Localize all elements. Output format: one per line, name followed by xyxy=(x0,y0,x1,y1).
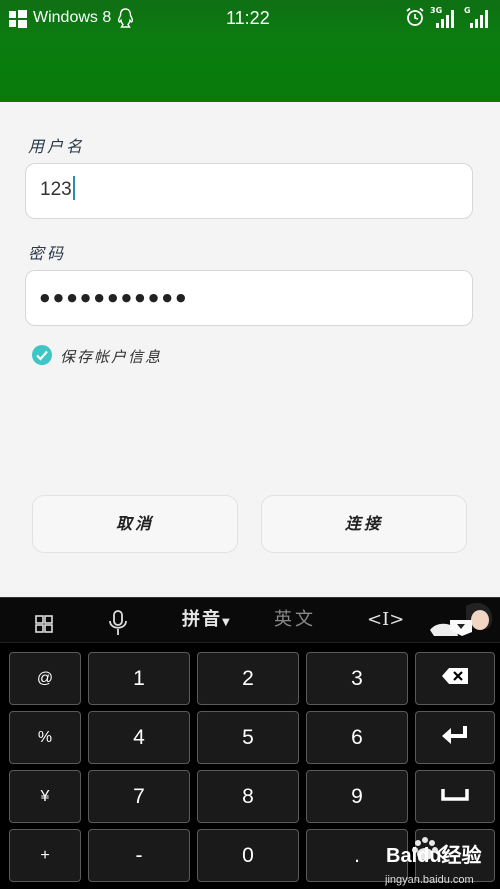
status-bar: Windows 8 11:22 3G G xyxy=(0,0,500,36)
save-account-checkbox[interactable] xyxy=(32,345,52,365)
username-value: 123 xyxy=(40,179,72,200)
space-key[interactable] xyxy=(415,770,495,823)
digit-key[interactable]: 4 xyxy=(88,711,190,764)
password-field[interactable]: ●●●●●●●●●●● xyxy=(25,270,473,326)
keyboard-toolbar: 拼音▼ 英文 <I> xyxy=(0,597,500,643)
save-account-label[interactable]: 保存帐户信息 xyxy=(60,346,162,367)
symbol-key[interactable]: ¥ xyxy=(9,770,81,823)
windows-logo-icon xyxy=(9,10,27,28)
signal-icon: 3G xyxy=(430,6,454,28)
digit-key[interactable]: 5 xyxy=(197,711,299,764)
enter-icon xyxy=(441,725,469,750)
connect-button[interactable]: 连接 xyxy=(261,495,467,553)
cancel-button[interactable]: 取消 xyxy=(32,495,238,553)
key-label: 3 xyxy=(351,667,363,690)
header-bar: Windows 8 11:22 3G G xyxy=(0,0,500,102)
qq-penguin-icon xyxy=(118,8,133,28)
space-icon xyxy=(441,787,469,806)
microphone-icon[interactable] xyxy=(108,610,128,636)
key-label: @ xyxy=(36,670,54,687)
chevron-down-icon: ▼ xyxy=(222,617,232,628)
key-label: 9 xyxy=(351,785,363,808)
digit-key[interactable]: 2 xyxy=(197,652,299,705)
keyboard-skin-avatar[interactable] xyxy=(428,598,500,642)
key-label: + xyxy=(40,847,50,864)
watermark-brand: Baidu经验 xyxy=(386,843,482,867)
backspace-icon xyxy=(441,667,469,690)
key-label: 7 xyxy=(133,785,145,808)
key-label: % xyxy=(37,729,53,746)
symbol-key[interactable]: + xyxy=(9,829,81,882)
network-type: 3G xyxy=(430,6,443,15)
pinyin-mode-button[interactable]: 拼音▼ xyxy=(182,598,232,642)
digit-key[interactable]: 8 xyxy=(197,770,299,823)
text-cursor xyxy=(72,176,75,201)
cursor-mode-button[interactable]: <I> xyxy=(367,598,404,642)
alarm-icon xyxy=(406,7,424,26)
key-label: 0 xyxy=(242,844,254,867)
digit-key[interactable]: 3 xyxy=(306,652,408,705)
username-label: 用户名 xyxy=(28,137,86,156)
english-mode-button[interactable]: 英文 xyxy=(274,598,316,642)
key-label: ¥ xyxy=(40,788,50,805)
digit-key[interactable]: - xyxy=(88,829,190,882)
network-type: G xyxy=(464,6,471,15)
key-label: 6 xyxy=(351,726,363,749)
app-screen: Windows 8 11:22 3G G 用户名 123 密码 ●●●●●●●●… xyxy=(0,0,500,889)
digit-key[interactable]: 0 xyxy=(197,829,299,882)
enter-key[interactable] xyxy=(415,711,495,764)
digit-key[interactable]: 1 xyxy=(88,652,190,705)
grid-menu-icon[interactable] xyxy=(35,615,53,633)
symbol-key[interactable]: % xyxy=(9,711,81,764)
baidu-jingyan-watermark: Baidu经验 jingyan.baidu.com xyxy=(385,837,482,886)
check-icon xyxy=(36,350,48,361)
key-label: 8 xyxy=(242,785,254,808)
pinyin-label: 拼音 xyxy=(182,609,222,630)
watermark-url: jingyan.baidu.com xyxy=(385,874,474,886)
signal-icon: G xyxy=(464,6,488,28)
symbol-key[interactable]: @ xyxy=(9,652,81,705)
key-label: 5 xyxy=(242,726,254,749)
digit-key[interactable]: 7 xyxy=(88,770,190,823)
digit-key[interactable]: 6 xyxy=(306,711,408,764)
backspace-key[interactable] xyxy=(415,652,495,705)
key-label: 4 xyxy=(133,726,145,749)
os-label: Windows 8 xyxy=(33,9,112,26)
password-value: ●●●●●●●●●●● xyxy=(40,291,190,304)
key-label: 1 xyxy=(133,667,145,690)
digit-key[interactable]: 9 xyxy=(306,770,408,823)
key-label: 2 xyxy=(242,667,254,690)
username-field[interactable]: 123 xyxy=(25,163,473,219)
password-label: 密码 xyxy=(28,244,67,263)
key-label: - xyxy=(135,844,143,867)
clock: 11:22 xyxy=(226,8,270,28)
avatar-icon xyxy=(430,602,493,636)
